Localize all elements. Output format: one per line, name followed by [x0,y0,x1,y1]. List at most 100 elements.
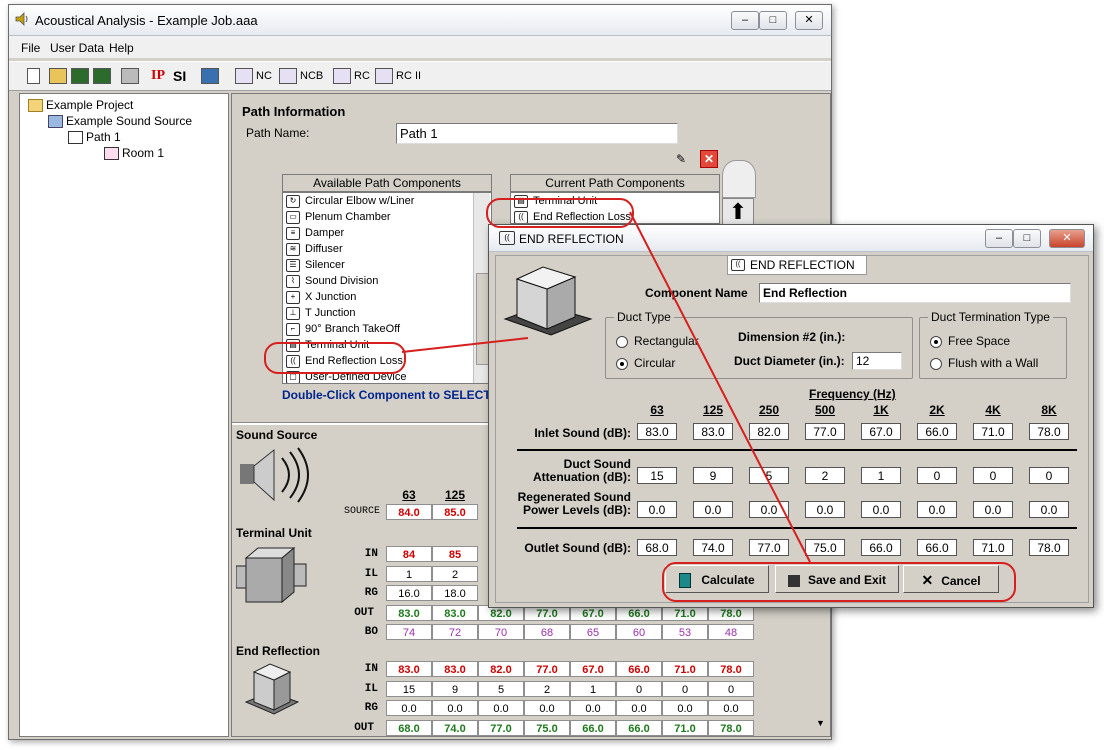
si-units-button[interactable]: SI [173,66,186,86]
available-component-item[interactable]: ≋ Diffuser [283,241,491,257]
path-name-input[interactable]: Path 1 [396,123,678,144]
regen-cell[interactable]: 0.0 [861,501,901,518]
menu-help[interactable]: Help [109,41,134,55]
nc-button[interactable]: NC [235,66,272,86]
dialog-title-bar: (( END REFLECTION – □ ✕ [489,225,1093,252]
ncb-button[interactable]: NCB [279,66,323,86]
dialog-minimize-button[interactable]: – [985,229,1013,248]
scroll-down-arrow-icon[interactable]: ▼ [816,718,826,728]
rc-button[interactable]: RC [333,66,370,86]
rectangular-radio[interactable]: Rectangular [616,334,699,348]
value-cell: 68 [524,624,570,640]
regen-cell[interactable]: 0.0 [805,501,845,518]
regen-cell[interactable]: 0.0 [637,501,677,518]
value-cell: 77.0 [524,661,570,677]
available-component-item[interactable]: ⌐ 90° Branch TakeOff [283,321,491,337]
dialog-close-button[interactable]: ✕ [1049,229,1085,248]
separator-line [517,527,1077,529]
tree-node-room[interactable]: Room 1 [104,146,165,161]
component-icon: ▭ [286,211,300,224]
frequency-header: 8K [1041,403,1057,417]
free-space-radio[interactable]: Free Space [930,334,1010,348]
available-component-item[interactable]: ⊥ T Junction [283,305,491,321]
dialog-maximize-button[interactable]: □ [1013,229,1041,248]
print-icon[interactable] [121,66,142,86]
outlet-cell: 78.0 [1029,539,1069,556]
radio-on[interactable] [930,335,942,348]
rc2-button[interactable]: RC II [375,66,421,86]
save-icon[interactable] [71,66,92,86]
curve-chart-icon [375,68,393,85]
component-name-input[interactable]: End Reflection [759,283,1071,303]
regen-cell[interactable]: 0.0 [973,501,1013,518]
regen-cell[interactable]: 0.0 [693,501,733,518]
maximize-button[interactable]: □ [759,11,787,30]
edit-pen-icon[interactable]: ✎ [676,152,692,166]
window-title: Acoustical Analysis - Example Job.aaa [35,13,258,28]
menu-user-data[interactable]: User Data [50,41,104,55]
available-component-item[interactable]: ⌇ Sound Division [283,273,491,289]
atten-cell[interactable]: 2 [805,467,845,484]
calculator-icon[interactable] [201,66,222,86]
tree-node-path[interactable]: Path 1 [68,130,121,145]
main-title-bar: Acoustical Analysis - Example Job.aaa – … [9,5,831,36]
regen-cell[interactable]: 0.0 [1029,501,1069,518]
rc2-label: RC II [396,70,422,82]
available-component-item[interactable]: + X Junction [283,289,491,305]
menu-file[interactable]: File [21,41,40,55]
speaker-illustration [240,447,309,503]
row-label: IL [364,567,378,580]
radio-on[interactable] [616,357,628,370]
rectangular-label: Rectangular [634,334,699,348]
frequency-header: 63 [650,403,664,417]
available-component-item[interactable]: ☰ Silencer [283,257,491,273]
tree-node-source[interactable]: Example Sound Source [48,114,192,129]
value-cell: 0.0 [708,700,754,716]
atten-cell[interactable]: 5 [749,467,789,484]
close-button[interactable]: ✕ [795,11,823,30]
double-click-hint: Double-Click Component to SELECT [282,388,491,402]
available-component-item[interactable]: ▭ Plenum Chamber [283,209,491,225]
value-cell: 82.0 [478,661,524,677]
source-value-cell: 85.0 [432,504,478,520]
atten-cell[interactable]: 1 [861,467,901,484]
row-label: IN [364,663,378,675]
radio-off[interactable] [616,335,628,348]
regen-cell[interactable]: 0.0 [749,501,789,518]
available-component-item[interactable]: ↻ Circular Elbow w/Liner [283,193,491,209]
duct-diameter-input[interactable]: 12 [852,352,902,370]
available-component-label: 90° Branch TakeOff [305,323,401,335]
value-cell: 16.0 [386,585,432,601]
value-cell: 83.0 [386,604,432,621]
atten-cell[interactable]: 9 [693,467,733,484]
regen-cell[interactable]: 0.0 [917,501,957,518]
available-component-item[interactable]: ≡ Damper [283,225,491,241]
tree-room-label: Room 1 [122,146,165,160]
circular-radio[interactable]: Circular [616,356,675,370]
delete-icon[interactable]: ✕ [700,150,718,168]
available-component-label: Plenum Chamber [305,211,391,223]
tree-node-project[interactable]: Example Project [28,98,133,113]
value-cell: 9 [432,680,478,697]
project-tree[interactable]: Example Project Example Sound Source Pat… [19,93,229,737]
save-all-icon[interactable] [93,66,114,86]
minimize-button[interactable]: – [731,11,759,30]
atten-cell[interactable]: 15 [637,467,677,484]
available-component-label: Circular Elbow w/Liner [305,195,415,207]
available-components-header: Available Path Components [282,174,492,192]
atten-cell[interactable]: 0 [973,467,1013,484]
ip-units-button[interactable]: IP [151,66,165,86]
annotation-highlight-available [264,342,406,374]
value-cell: 77.0 [478,719,524,736]
outlet-cell: 74.0 [693,539,733,556]
atten-cell[interactable]: 0 [1029,467,1069,484]
new-file-icon[interactable] [27,66,43,86]
radio-off[interactable] [930,357,942,370]
speaker-app-icon [15,12,28,26]
flush-wall-radio[interactable]: Flush with a Wall [930,356,1038,370]
outlet-cell: 71.0 [973,539,1013,556]
frequency-header: 2K [929,403,945,417]
open-folder-icon[interactable] [49,66,70,86]
value-cell: 2 [524,680,570,697]
atten-cell[interactable]: 0 [917,467,957,484]
